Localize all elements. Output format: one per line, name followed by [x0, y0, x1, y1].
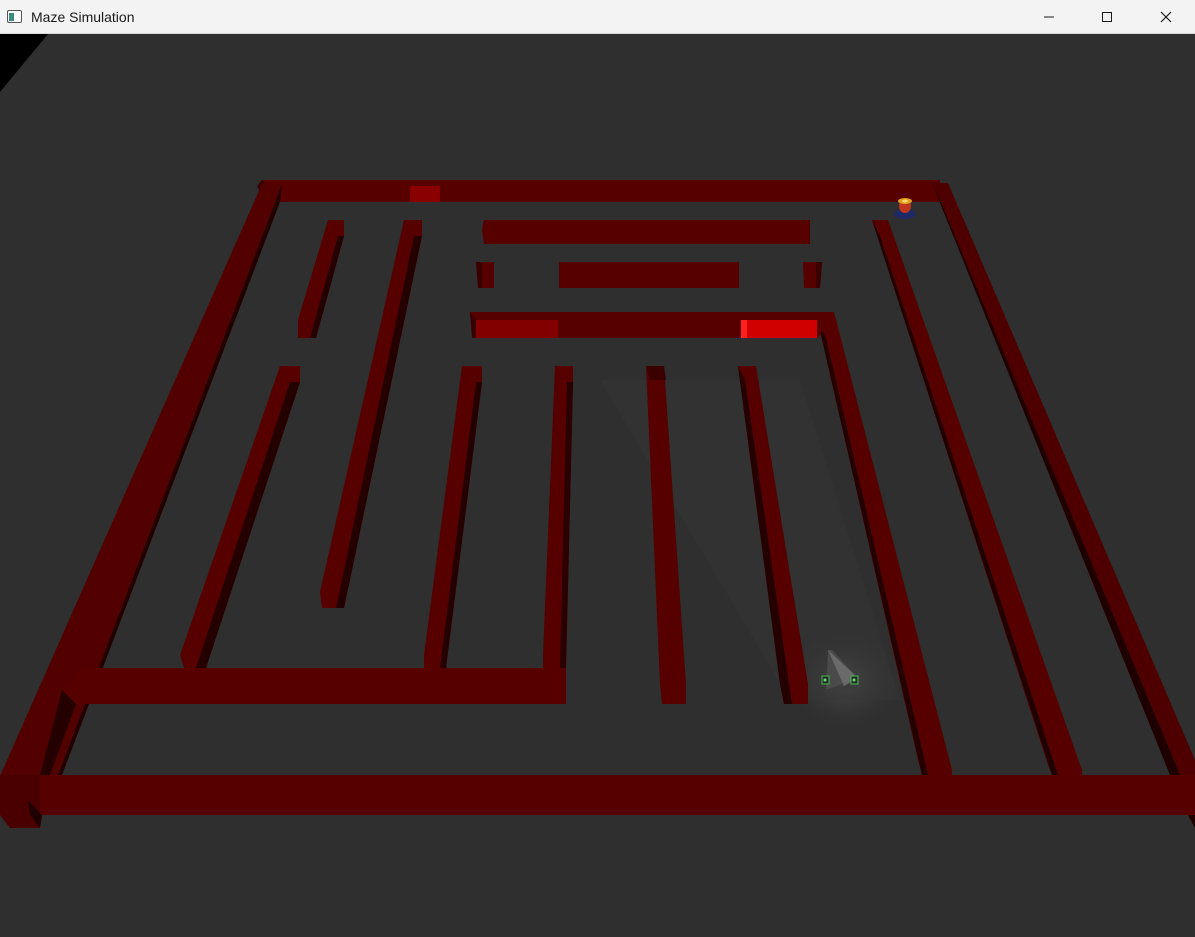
wall-h-3-glow-right — [741, 320, 817, 338]
wall-top — [262, 180, 940, 202]
app-window: Maze Simulation — [0, 0, 1195, 937]
close-icon — [1160, 11, 1172, 22]
title-bar[interactable]: Maze Simulation — [0, 0, 1195, 34]
wall-bottom — [0, 775, 1195, 815]
minimize-icon — [1044, 16, 1054, 17]
maze-scene — [0, 34, 1195, 937]
wall-h-1 — [482, 220, 810, 244]
maximize-button[interactable] — [1078, 0, 1136, 33]
simulation-viewport[interactable] — [0, 34, 1195, 937]
wall-h-2 — [559, 262, 739, 288]
close-button[interactable] — [1137, 0, 1195, 33]
app-window-icon — [7, 10, 22, 23]
minimize-button[interactable] — [1020, 0, 1078, 33]
wall-top-highlight — [410, 186, 440, 202]
wall-h-3-glow-left — [476, 320, 558, 338]
wall-h-lower — [62, 668, 566, 704]
window-title: Maze Simulation — [31, 9, 135, 25]
maximize-icon — [1102, 11, 1112, 22]
